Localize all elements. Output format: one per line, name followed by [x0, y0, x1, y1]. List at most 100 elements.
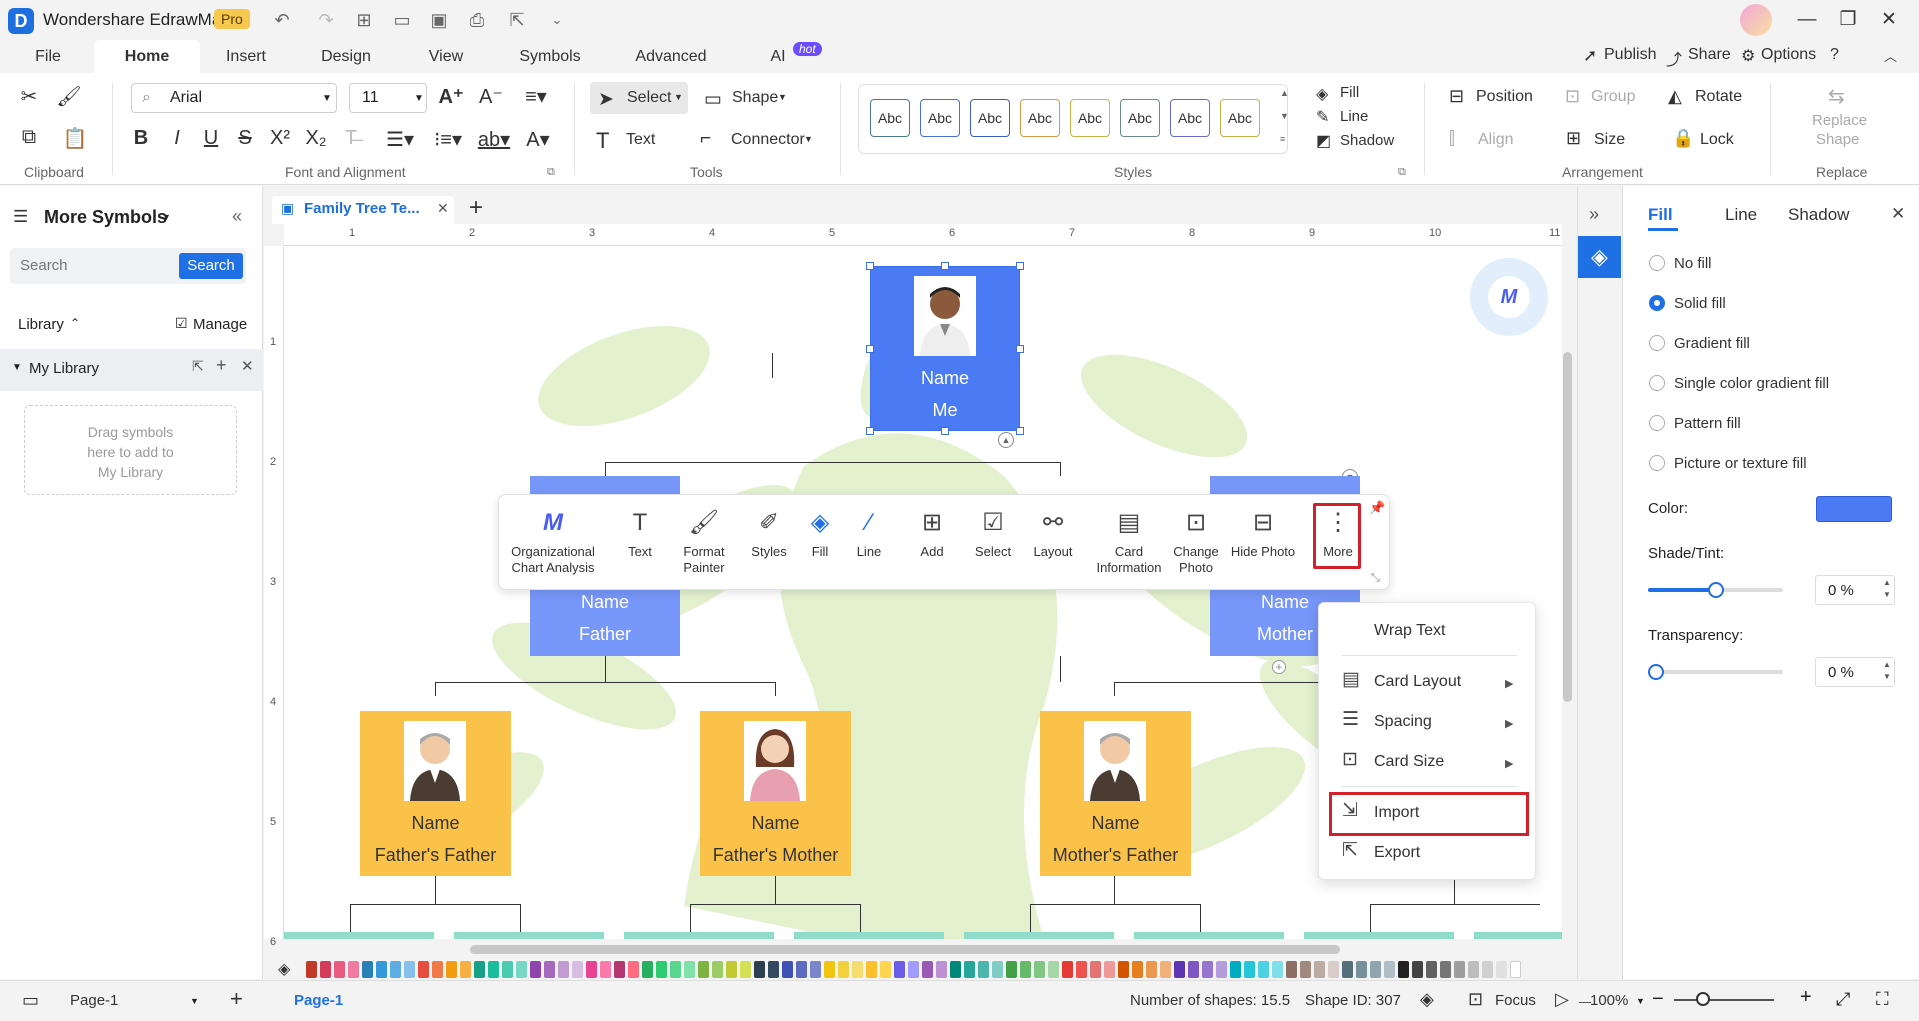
text-tool-label[interactable]: Text [626, 131, 655, 149]
color-swatch[interactable] [922, 961, 933, 978]
scroll-down-icon[interactable]: ▼ [1280, 111, 1289, 121]
color-swatch[interactable] [600, 961, 611, 978]
font-size-select[interactable]: 11 ▼ [349, 83, 427, 113]
color-swatch[interactable] [964, 961, 975, 978]
color-swatch[interactable] [1272, 961, 1283, 978]
color-swatch[interactable] [950, 961, 961, 978]
zoom-slider-track[interactable] [1674, 999, 1774, 1001]
color-swatch[interactable] [628, 961, 639, 978]
restore-icon[interactable]: ❐ [1835, 8, 1861, 32]
color-swatch[interactable] [544, 961, 555, 978]
paste-icon[interactable]: 📋 [58, 126, 92, 151]
menu-insert[interactable]: Insert [220, 40, 272, 73]
color-swatch[interactable] [1510, 961, 1521, 978]
color-swatch[interactable] [1300, 961, 1311, 978]
menu-file[interactable]: File [26, 40, 70, 73]
color-swatch[interactable] [810, 961, 821, 978]
color-swatch[interactable] [712, 961, 723, 978]
color-swatch[interactable] [796, 961, 807, 978]
menu-item-spacing[interactable]: Spacing [1374, 713, 1432, 731]
close-tab-icon[interactable]: ✕ [437, 200, 449, 217]
customize-chevron-icon[interactable]: ⌄ [545, 9, 569, 31]
fill-bucket-icon[interactable]: ◈ [1316, 84, 1328, 104]
scroll-up-icon[interactable]: ▲ [1280, 88, 1289, 98]
color-swatch[interactable] [1286, 961, 1297, 978]
library-label[interactable]: Library [18, 316, 64, 333]
menu-home[interactable]: Home [94, 40, 200, 73]
color-swatch[interactable] [390, 961, 401, 978]
undo-icon[interactable]: ↶ [270, 9, 294, 31]
play-icon[interactable]: ▷ [1555, 989, 1569, 1010]
text-tool-icon[interactable]: T [596, 128, 609, 154]
color-swatch[interactable] [348, 961, 359, 978]
selection-handle[interactable] [941, 427, 949, 435]
color-swatch[interactable] [1118, 961, 1129, 978]
connector-icon[interactable]: ⌐ [700, 128, 711, 150]
style-preset[interactable]: Abc [920, 99, 960, 137]
color-swatch[interactable] [894, 961, 905, 978]
color-swatch[interactable] [992, 961, 1003, 978]
document-tab-title[interactable]: Family Tree Te... [304, 200, 420, 217]
layers-icon[interactable]: ◈ [1420, 989, 1434, 1010]
font-dialog-launcher-icon[interactable]: ⧉ [547, 166, 555, 179]
font-color-icon[interactable]: A▾ [520, 127, 556, 152]
page-view-icon[interactable]: ▭ [22, 990, 39, 1011]
add-library-icon[interactable]: + [216, 355, 227, 376]
color-swatch[interactable] [1482, 961, 1493, 978]
color-swatch[interactable] [1146, 961, 1157, 978]
size-button[interactable]: Size [1594, 131, 1625, 149]
style-preset[interactable]: Abc [1020, 99, 1060, 137]
symbol-search-input[interactable] [20, 257, 170, 274]
selection-handle[interactable] [866, 262, 874, 270]
color-swatch[interactable] [698, 961, 709, 978]
radio-single-color-gradient[interactable] [1649, 375, 1665, 391]
options-button[interactable]: Options [1761, 46, 1816, 64]
color-swatch[interactable] [516, 961, 527, 978]
color-swatch[interactable] [614, 961, 625, 978]
color-swatch[interactable] [460, 961, 471, 978]
ai-assistant-button[interactable]: M [1470, 258, 1548, 336]
menu-item-card-size[interactable]: Card Size [1374, 753, 1444, 771]
zoom-in-icon[interactable]: + [1800, 986, 1812, 1009]
resize-icon[interactable]: ⤡ [1371, 572, 1380, 585]
pin-icon[interactable]: 📌 [1369, 500, 1385, 516]
card-fathers-father[interactable]: Name Father's Father [360, 711, 511, 876]
color-swatch[interactable] [1314, 961, 1325, 978]
color-swatch[interactable] [320, 961, 331, 978]
color-swatch[interactable] [474, 961, 485, 978]
color-swatch[interactable] [1076, 961, 1087, 978]
save-icon[interactable]: ▣ [427, 9, 451, 31]
new-file-icon[interactable]: ⊞ [352, 9, 376, 31]
bold-icon[interactable]: B [130, 127, 152, 150]
close-panel-icon[interactable]: ✕ [1891, 204, 1905, 224]
shape-icon[interactable]: ▭ [704, 88, 722, 111]
close-library-icon[interactable]: ✕ [241, 357, 254, 375]
panel-tab-shadow[interactable]: Shadow [1788, 205, 1849, 225]
color-swatch[interactable] [1090, 961, 1101, 978]
radio-no-fill[interactable] [1649, 255, 1665, 271]
expand-panel-icon[interactable]: » [1589, 204, 1599, 225]
fill-bucket-icon[interactable]: ◈ [278, 959, 290, 979]
color-swatch[interactable] [978, 961, 989, 978]
expand-triangle-icon[interactable]: ▼ [12, 362, 22, 373]
color-swatch[interactable] [1398, 961, 1409, 978]
decrease-font-icon[interactable]: A⁻ [478, 84, 504, 109]
style-preset[interactable]: Abc [1220, 99, 1260, 137]
color-swatch[interactable] [1370, 961, 1381, 978]
bullets-icon[interactable]: ⁝≡▾ [428, 127, 468, 152]
style-preset[interactable]: Abc [1120, 99, 1160, 137]
color-swatch[interactable] [1062, 961, 1073, 978]
superscript-icon[interactable]: X² [266, 127, 294, 150]
underline-icon[interactable]: U [200, 127, 222, 150]
zoom-out-icon[interactable]: − [1652, 988, 1664, 1011]
format-painter-icon[interactable]: 🖌 [56, 84, 82, 109]
new-tab-icon[interactable]: + [469, 194, 483, 222]
selection-handle[interactable] [1016, 344, 1024, 353]
color-swatch[interactable] [726, 961, 737, 978]
color-swatch[interactable] [1328, 961, 1339, 978]
menu-advanced[interactable]: Advanced [634, 40, 708, 73]
expand-gallery-icon[interactable]: ≡ [1280, 134, 1285, 144]
color-swatch[interactable] [1342, 961, 1353, 978]
selection-handle[interactable] [1016, 262, 1024, 270]
selection-handle[interactable] [866, 427, 874, 435]
